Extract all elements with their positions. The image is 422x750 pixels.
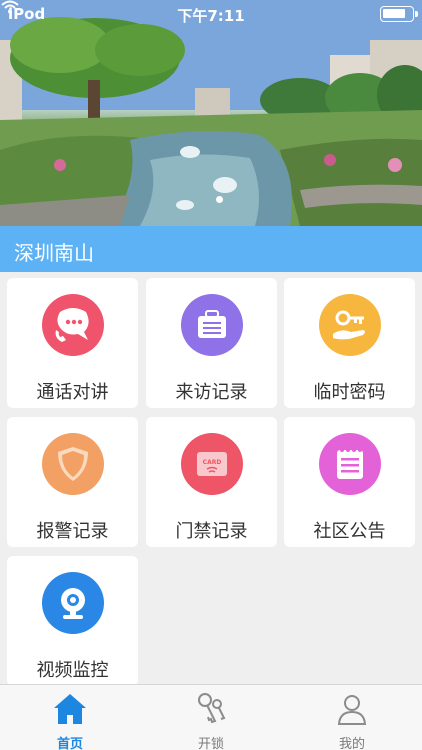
webcam-icon	[42, 572, 104, 634]
shield-icon	[42, 433, 104, 495]
person-icon	[337, 695, 367, 725]
tab-label: 首页	[56, 737, 83, 750]
battery-icon	[380, 6, 418, 22]
notepad-icon	[319, 433, 381, 495]
location-name: 深圳南山	[14, 241, 94, 265]
tab-mine[interactable]: 我的	[282, 685, 422, 750]
tile-intercom[interactable]: 通话对讲	[7, 278, 138, 408]
tab-unlock[interactable]: 开锁	[141, 685, 281, 750]
svg-text:CARD: CARD	[203, 459, 222, 466]
briefcase-icon	[181, 294, 243, 356]
tile-label: 临时密码	[313, 382, 386, 403]
tile-label: 视频监控	[36, 660, 109, 681]
tile-video-monitoring[interactable]: 视频监控	[7, 556, 138, 686]
tile-access-records[interactable]: CARD 门禁记录	[146, 417, 277, 547]
tab-label: 我的	[338, 737, 365, 750]
location-bar[interactable]: 深圳南山	[0, 226, 422, 272]
banner-image	[0, 0, 422, 226]
key-hand-icon	[319, 294, 381, 356]
banner-carousel[interactable]: iPod 下午7:11	[0, 0, 422, 226]
home-icon	[54, 694, 86, 724]
carousel-page-indicator[interactable]	[216, 196, 223, 203]
card-icon: CARD	[181, 433, 243, 495]
tile-visitor-records[interactable]: 来访记录	[146, 278, 277, 408]
status-time: 下午7:11	[177, 7, 245, 25]
tab-home[interactable]: 首页	[0, 685, 140, 750]
status-bar: iPod 下午7:11	[0, 0, 422, 28]
tab-label: 开锁	[197, 737, 224, 750]
tile-community-notice[interactable]: 社区公告	[284, 417, 415, 547]
tile-label: 来访记录	[175, 382, 248, 403]
phone-chat-icon	[42, 294, 104, 356]
tile-label: 社区公告	[313, 521, 386, 542]
tab-bar: 首页 开锁 我的	[0, 684, 422, 750]
tile-label: 通话对讲	[36, 382, 109, 403]
keys-icon	[198, 693, 226, 724]
tile-label: 门禁记录	[175, 521, 248, 542]
tile-temp-password[interactable]: 临时密码	[284, 278, 415, 408]
tile-label: 报警记录	[36, 521, 109, 542]
tile-alarm-records[interactable]: 报警记录	[7, 417, 138, 547]
